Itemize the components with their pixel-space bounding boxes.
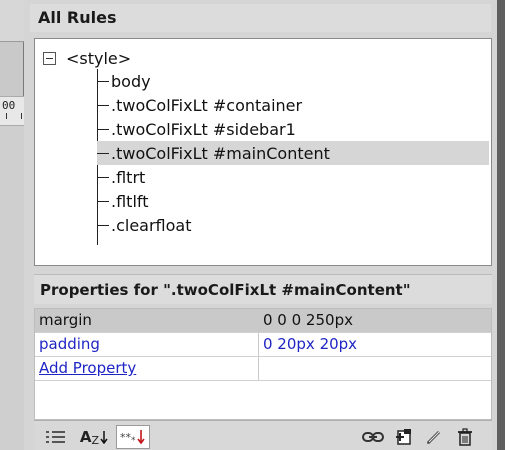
tree-branch — [97, 128, 109, 130]
tree-item-fltrt[interactable]: .fltrt — [97, 165, 489, 189]
new-css-rule-icon[interactable] — [392, 425, 416, 449]
alphabetical-view-icon[interactable]: A Z — [78, 425, 110, 449]
property-name: margin — [35, 309, 259, 332]
tree-branch — [97, 80, 109, 82]
alpha-a: A — [79, 428, 92, 446]
tree-item-label: .fltlft — [111, 191, 149, 211]
properties-header: Properties for ".twoColFixLt #mainConten… — [34, 274, 492, 304]
tree-item-fltlft[interactable]: .fltlft — [97, 189, 489, 213]
properties-table: margin 0 0 0 250px padding 0 20px 20px A… — [34, 308, 492, 420]
category-view-icon[interactable] — [42, 425, 70, 449]
editor-edge-top — [0, 0, 24, 42]
alpha-z: Z — [91, 433, 100, 447]
css-styles-panel: All Rules <style> body .twoColFixLt #con… — [24, 0, 497, 450]
tree-branch — [97, 152, 109, 154]
ruler-ticks — [6, 113, 22, 119]
panel-splitter[interactable] — [497, 0, 505, 450]
add-property-link[interactable]: Add Property — [35, 357, 259, 380]
tree-branch — [97, 176, 109, 178]
svg-text:**: ** — [120, 431, 132, 444]
add-property-value — [259, 357, 491, 380]
add-property-row[interactable]: Add Property — [35, 357, 491, 381]
tree-branch — [97, 224, 109, 226]
tree-item-label: body — [111, 71, 151, 91]
property-row-margin[interactable]: margin 0 0 0 250px — [35, 309, 491, 333]
ruler-marker: 00 — [0, 96, 24, 126]
ruler-text: 00 — [2, 99, 16, 112]
tree-item-label: .clearfloat — [111, 215, 192, 235]
tree-item-sidebar1[interactable]: .twoColFixLt #sidebar1 — [97, 117, 489, 141]
tree-item-label: .twoColFixLt #container — [111, 95, 303, 115]
empty-cell — [35, 381, 259, 405]
panel-toolbar: A Z ** * — [34, 420, 492, 450]
tree-item-maincontent[interactable]: .twoColFixLt #mainContent — [97, 141, 489, 165]
rules-tree[interactable]: <style> body .twoColFixLt #container .tw… — [34, 38, 492, 266]
tree-item-label: .fltrt — [111, 167, 146, 187]
editor-edge: 00 — [0, 0, 24, 450]
properties-title: Properties for ".twoColFixLt #mainConten… — [40, 281, 411, 299]
property-value[interactable]: 0 20px 20px — [259, 333, 491, 356]
collapse-icon[interactable] — [43, 51, 56, 65]
tree-item-label: .twoColFixLt #sidebar1 — [111, 119, 296, 139]
all-rules-header: All Rules — [30, 4, 491, 32]
tree-item-container[interactable]: .twoColFixLt #container — [97, 93, 489, 117]
editor-edge-lower — [0, 126, 24, 450]
property-name: padding — [35, 333, 259, 356]
property-row-padding[interactable]: padding 0 20px 20px — [35, 333, 491, 357]
tree-item-label: .twoColFixLt #mainContent — [111, 143, 330, 163]
tree-branch — [97, 200, 109, 202]
attach-stylesheet-icon[interactable] — [360, 425, 386, 449]
edit-style-icon[interactable] — [422, 425, 446, 449]
empty-property-row — [35, 381, 491, 405]
tree-item-body[interactable]: body — [97, 69, 489, 93]
tree-item-clearfloat[interactable]: .clearfloat — [97, 213, 489, 237]
tree-branch — [97, 104, 109, 106]
tree-root-label: <style> — [66, 48, 132, 68]
set-properties-view-icon[interactable]: ** * — [116, 425, 150, 449]
all-rules-title: All Rules — [38, 8, 117, 27]
property-value[interactable]: 0 0 0 250px — [259, 309, 491, 332]
svg-text:*: * — [131, 436, 136, 446]
delete-css-rule-icon[interactable] — [452, 425, 478, 449]
tree-root-style[interactable]: <style> — [43, 47, 131, 69]
